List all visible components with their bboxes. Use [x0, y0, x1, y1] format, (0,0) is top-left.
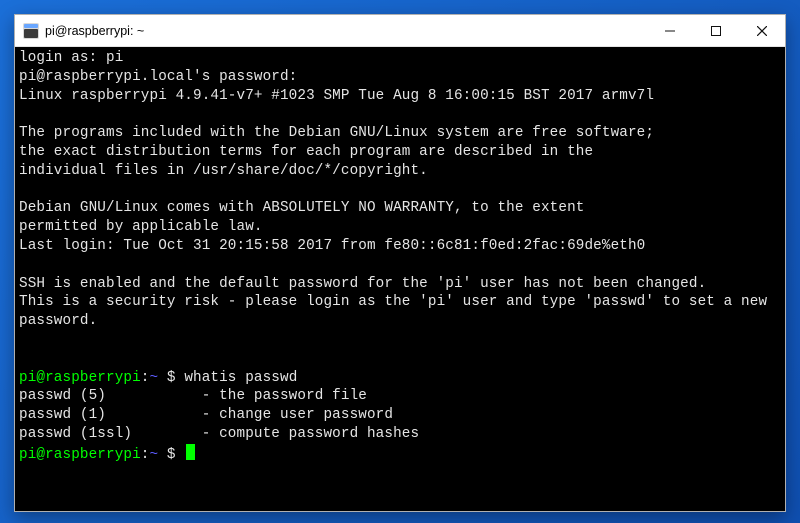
line-blank — [19, 331, 781, 350]
minimize-icon — [665, 26, 675, 36]
minimize-button[interactable] — [647, 15, 693, 46]
line-kernel: Linux raspberrypi 4.9.41-v7+ #1023 SMP T… — [19, 87, 781, 106]
prompt-dollar: $ — [158, 447, 184, 463]
line-warranty-2: permitted by applicable law. — [19, 218, 781, 237]
desktop-background: pi@raspberrypi: ~ login as: pipi@raspber… — [0, 0, 800, 523]
line-ssh-warn-1: SSH is enabled and the default password … — [19, 275, 781, 294]
line-warranty-1: Debian GNU/Linux comes with ABSOLUTELY N… — [19, 199, 781, 218]
line-login-as: login as: pi — [19, 49, 781, 68]
maximize-icon — [711, 26, 721, 36]
command-input: whatis passwd — [184, 370, 297, 386]
prompt-userhost: pi@raspberrypi — [19, 370, 141, 386]
line-blank — [19, 350, 781, 369]
prompt-dollar: $ — [158, 370, 184, 386]
terminal-output[interactable]: login as: pipi@raspberrypi.local's passw… — [15, 47, 785, 511]
whatis-out-3: passwd (1ssl) - compute password hashes — [19, 425, 781, 444]
line-ssh-warn-2: This is a security risk - please login a… — [19, 293, 781, 331]
window-titlebar[interactable]: pi@raspberrypi: ~ — [15, 15, 785, 47]
line-blank — [19, 105, 781, 124]
close-icon — [757, 26, 767, 36]
line-blank — [19, 181, 781, 200]
terminal-window: pi@raspberrypi: ~ login as: pipi@raspber… — [14, 14, 786, 512]
prompt-userhost: pi@raspberrypi — [19, 447, 141, 463]
line-last-login: Last login: Tue Oct 31 20:15:58 2017 fro… — [19, 237, 781, 256]
line-password-prompt: pi@raspberrypi.local's password: — [19, 68, 781, 87]
window-title: pi@raspberrypi: ~ — [45, 24, 647, 38]
line-debian-3: individual files in /usr/share/doc/*/cop… — [19, 162, 781, 181]
line-debian-2: the exact distribution terms for each pr… — [19, 143, 781, 162]
prompt-path: ~ — [150, 370, 159, 386]
line-debian-1: The programs included with the Debian GN… — [19, 124, 781, 143]
terminal-icon — [23, 23, 39, 39]
prompt-colon: : — [141, 370, 150, 386]
window-controls — [647, 15, 785, 46]
prompt-line-2: pi@raspberrypi:~ $ — [19, 444, 781, 465]
close-button[interactable] — [739, 15, 785, 46]
whatis-out-2: passwd (1) - change user password — [19, 406, 781, 425]
prompt-path: ~ — [150, 447, 159, 463]
cursor-block — [186, 444, 195, 460]
maximize-button[interactable] — [693, 15, 739, 46]
prompt-colon: : — [141, 447, 150, 463]
line-blank — [19, 256, 781, 275]
prompt-line-1: pi@raspberrypi:~ $ whatis passwd — [19, 369, 781, 388]
whatis-out-1: passwd (5) - the password file — [19, 387, 781, 406]
